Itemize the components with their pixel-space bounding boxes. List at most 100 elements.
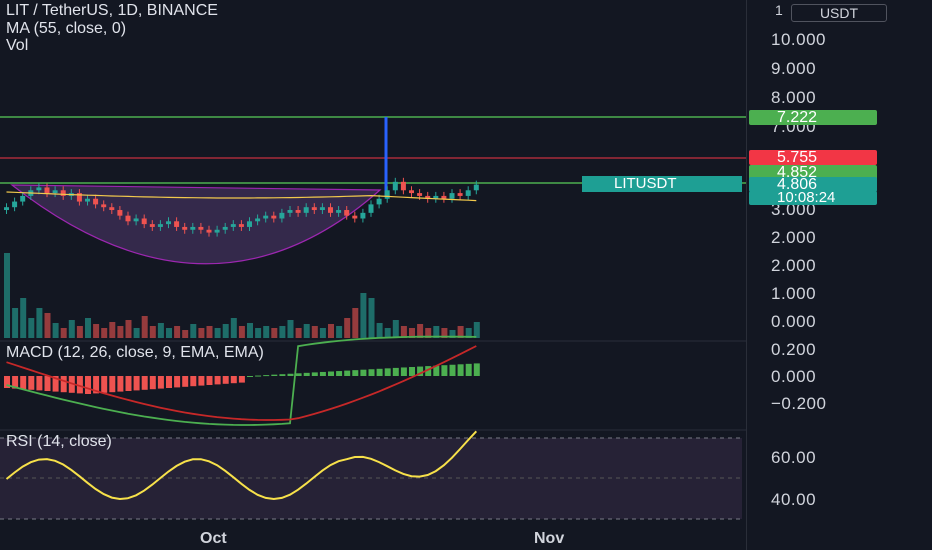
macd-hist-bar: [20, 376, 27, 390]
macd-hist-bar: [101, 376, 108, 393]
candle: [206, 229, 212, 233]
candle: [60, 190, 66, 196]
candle: [368, 204, 374, 213]
macd-hist-bar: [441, 365, 448, 376]
candle: [473, 184, 479, 191]
candle: [85, 198, 90, 202]
price-scale[interactable]: 1 USDT 10.000 9.000 8.000 7.000 3.000 2.…: [746, 0, 932, 550]
candle: [360, 212, 366, 219]
candle: [319, 207, 325, 211]
macd-hist-bar: [271, 374, 278, 376]
volume-bar: [392, 320, 399, 338]
macd-legend[interactable]: MACD (12, 26, close, 9, EMA, EMA): [6, 344, 264, 362]
macd-hist-bar: [247, 376, 253, 377]
time-axis[interactable]: Oct Nov: [0, 530, 746, 550]
candle: [117, 210, 123, 216]
volume-bar: [85, 318, 91, 338]
candle: [409, 190, 414, 194]
candle: [190, 226, 196, 230]
macd-hist-bar: [311, 372, 318, 376]
candle: [465, 190, 471, 196]
candle: [271, 215, 277, 219]
macd-hist-bar: [125, 376, 132, 391]
rsi-legend[interactable]: RSI (14, close): [6, 433, 112, 451]
macd-hist-bar: [263, 375, 270, 377]
volume-bar: [198, 328, 205, 338]
macd-hist-bar: [328, 371, 334, 376]
volume-bar: [157, 323, 164, 338]
volume-bar: [68, 320, 75, 338]
macd-hist-bar: [303, 372, 310, 376]
price-tick: 1.000: [771, 284, 817, 303]
candle: [222, 226, 228, 230]
macd-hist-bar: [133, 376, 140, 391]
candle: [287, 210, 293, 213]
volume-bar: [222, 324, 229, 338]
candle: [392, 181, 398, 191]
red-line-tag: 5.755: [749, 150, 877, 166]
volume-bars: [4, 253, 480, 338]
volume-bar: [149, 326, 156, 338]
price-tick: 0.000: [771, 312, 817, 331]
volume-bar: [376, 323, 383, 338]
candle: [52, 190, 58, 194]
volume-bar: [174, 326, 181, 338]
candle: [295, 210, 301, 213]
candle: [352, 215, 358, 219]
volume-bar: [263, 326, 270, 338]
macd-hist-bar: [214, 376, 221, 385]
candle: [157, 224, 163, 227]
green-line-tag: 7.222: [749, 110, 877, 126]
currency-selector[interactable]: USDT: [791, 4, 887, 22]
macd-hist-bar: [336, 371, 343, 376]
candle: [214, 229, 220, 233]
candle: [449, 193, 455, 199]
macd-tick: 0.200: [771, 340, 817, 359]
macd-tick: −0.200: [771, 394, 827, 413]
rsi-tick: 60.00: [771, 448, 817, 467]
price-tick: 9.000: [771, 59, 817, 78]
volume-bar: [295, 328, 302, 338]
chart-canvas[interactable]: [0, 0, 746, 530]
volume-bar: [319, 328, 326, 338]
volume-bar: [52, 323, 59, 338]
volume-bar: [20, 298, 27, 338]
vol-legend[interactable]: Vol: [6, 37, 28, 55]
ma-legend[interactable]: MA (55, close, 0): [6, 20, 126, 38]
volume-bar: [206, 326, 213, 338]
price-tick: 8.000: [771, 88, 817, 107]
volume-bar: [352, 308, 359, 338]
volume-bar: [60, 328, 67, 338]
candle: [36, 187, 42, 191]
volume-bar: [238, 326, 245, 338]
volume-bar: [4, 253, 10, 338]
countdown-tag: 10:08:24: [749, 190, 877, 205]
candle: [174, 221, 180, 227]
candle: [336, 210, 342, 213]
macd-hist-bar: [28, 376, 35, 390]
macd-hist-bar: [279, 374, 286, 376]
candle: [417, 193, 423, 196]
macd-hist-bar: [360, 369, 367, 376]
volume-bar: [230, 318, 237, 338]
chart-area[interactable]: LIT / TetherUS, 1D, BINANCE MA (55, clos…: [0, 0, 746, 530]
candle: [376, 198, 382, 205]
volume-bar: [214, 328, 221, 338]
price-tick: 2.000: [771, 228, 817, 247]
macd-hist-bar: [400, 367, 407, 376]
macd-hist-bar: [392, 367, 399, 376]
volume-bar: [279, 326, 286, 338]
volume-bar: [182, 330, 189, 338]
macd-hist-bar: [449, 364, 456, 376]
volume-bar: [28, 318, 35, 338]
macd-hist-bar: [457, 364, 464, 376]
macd-hist-bar: [141, 376, 148, 390]
candle: [457, 193, 463, 196]
macd-hist-bar: [109, 376, 116, 393]
candle: [20, 195, 26, 202]
volume-bar: [255, 328, 262, 338]
volume-bar: [271, 328, 278, 338]
macd-hist-bar: [230, 376, 237, 384]
macd-hist-bar: [198, 376, 205, 386]
macd-hist-bar: [85, 376, 91, 394]
